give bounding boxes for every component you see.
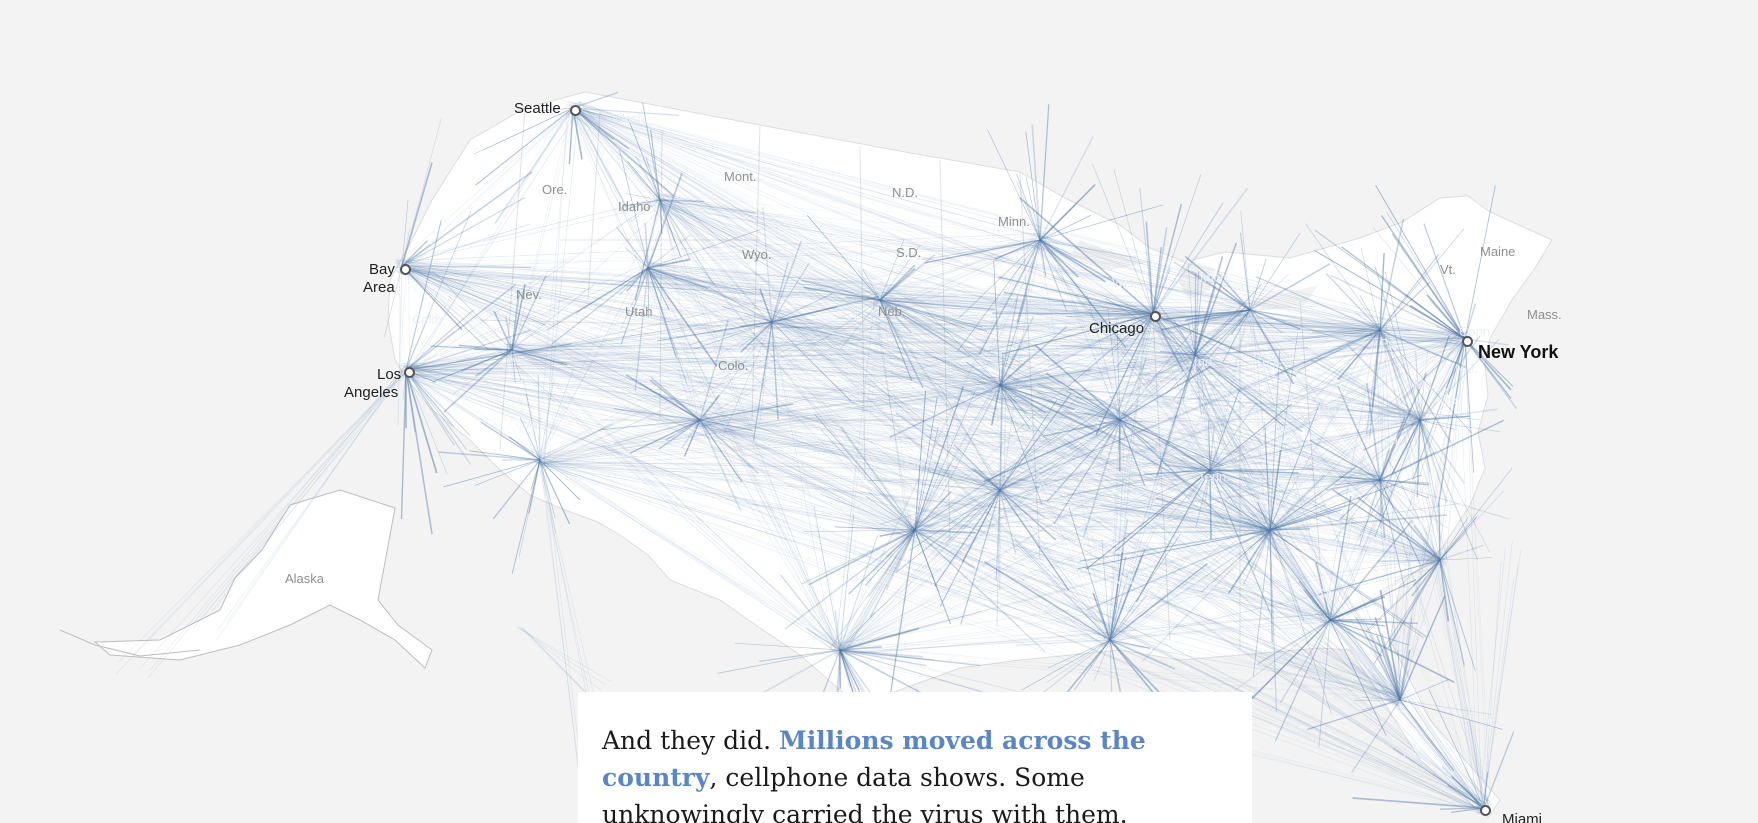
caption-card: And they did. Millions moved across the … [578,692,1252,823]
city-label-bay-area-line1: Bay [369,261,395,278]
state-label-del: Del. [1440,392,1464,407]
state-label-ind: Ind. [1194,354,1216,369]
state-label-mich: Mich. [1200,270,1232,285]
state-label-calif: Calif. [412,312,442,327]
state-label-colo: Colo. [718,358,749,373]
state-label-ore: Ore. [542,182,568,197]
state-label-miss: Miss. [1113,572,1144,587]
state-label-ariz: Ariz. [526,417,552,432]
state-label-ohio: Ohio [1252,357,1280,372]
state-label-maine: Maine [1480,244,1516,259]
state-label-nj: N.J. [1455,361,1479,376]
state-label-va: Va. [1383,432,1402,447]
flow-line [516,626,612,683]
flow-line [1307,699,1401,731]
city-label-los-angeles-line1: Los [377,366,402,383]
state-label-sc: S.C. [1370,534,1396,549]
flow-line [522,626,590,696]
state-label-pa: Pa. [1380,336,1400,351]
city-label-miami: Miami [1502,811,1542,823]
state-label-utah: Utah [625,304,653,319]
caption-lead: And they did. [602,726,780,755]
flow-line [1353,699,1401,702]
miami-marker [1480,805,1491,816]
state-label-la: La. [1040,599,1059,614]
state-label-wva: W.Va. [1318,402,1352,417]
state-label-fla: Fla. [1403,747,1425,762]
state-label-nd: N.D. [892,185,918,200]
flow-line [1482,540,1513,806]
city-label-chicago: Chicago [1089,320,1145,337]
chicago-marker [1150,311,1161,322]
state-label-wyo: Wyo. [742,247,772,262]
state-label-ga: Ga. [1316,586,1337,601]
state-label-ala: Ala. [1193,577,1216,592]
state-label-vt: Vt. [1440,262,1456,277]
state-label-ark: Ark. [1038,479,1062,494]
flow-line [1483,564,1519,804]
caption-text: And they did. Millions moved across the … [602,722,1228,823]
city-label-los-angeles-line2: Angeles [344,384,399,401]
flow-line [1379,329,1411,332]
state-label-idaho: Idaho [618,199,651,214]
new-york-marker [1462,336,1473,347]
state-label-okla: Okla. [906,455,937,470]
los-angeles-marker [404,367,415,378]
state-label-wash: Wash. [612,111,649,126]
state-label-nev: Nev. [516,287,542,302]
state-label-tenn: Tenn. [1198,469,1230,484]
bay-area-marker [400,264,411,275]
city-label-bay-area-line2: Area [363,279,395,296]
state-label-sd: S.D. [896,245,922,260]
state-label-nc: N.C. [1408,482,1434,497]
seattle-marker [570,105,581,116]
state-label-neb: Neb. [878,304,906,319]
city-label-seattle: Seattle [514,100,561,117]
state-label-md: Md. [1414,377,1436,392]
flow-line [1401,560,1442,699]
state-label-mont: Mont. [724,169,757,184]
flow-line [474,348,513,351]
state-label-wis: Wis. [1112,275,1138,290]
state-label-mass: Mass. [1527,307,1562,322]
city-label-new-york: New York [1478,342,1559,362]
alaska-landmass [93,489,433,669]
state-label-minn: Minn. [998,214,1030,229]
state-label-ill: Ill. [1112,347,1125,362]
state-label-alaska: Alaska [285,571,325,586]
